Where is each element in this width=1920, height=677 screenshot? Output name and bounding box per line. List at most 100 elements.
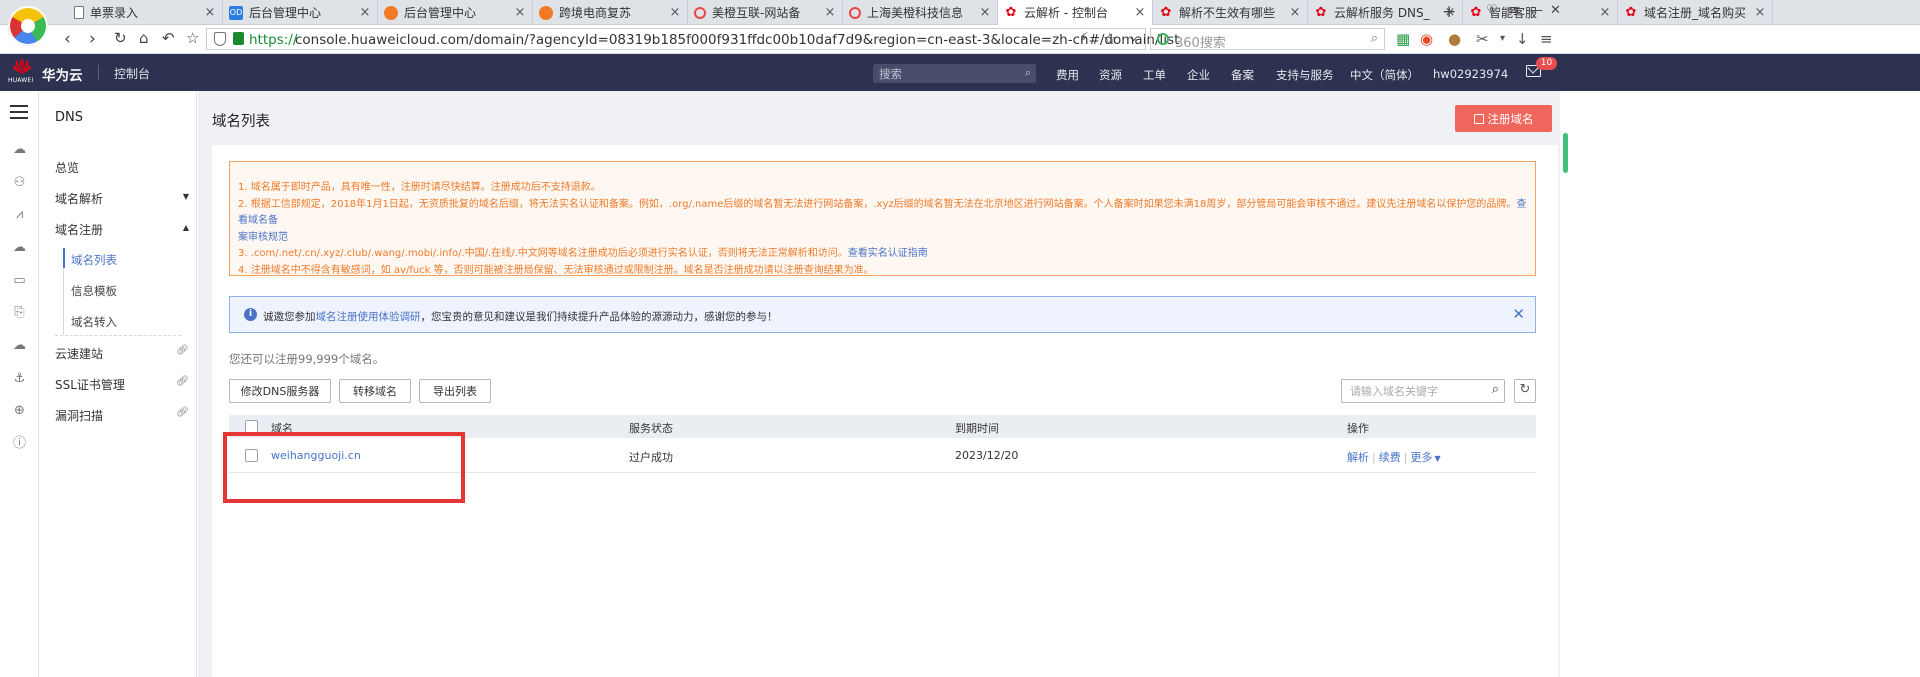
tab-close-icon[interactable]: ×: [1754, 5, 1766, 20]
cloud-service-icon[interactable]: ☁: [11, 337, 28, 354]
browser-tab[interactable]: ✿ 域名注册_域名购买 ×: [1618, 0, 1773, 25]
sidebar-item-overview[interactable]: 总览: [55, 159, 189, 176]
realname-guide-link[interactable]: 查看实名认证指南: [848, 248, 928, 259]
console-link[interactable]: 控制台: [114, 65, 150, 82]
search-icon[interactable]: ⌕: [1371, 31, 1378, 46]
cloud-db-icon[interactable]: ☁: [11, 239, 28, 256]
browser-tab[interactable]: ✿ 云解析服务 DNS_ ×: [1308, 0, 1463, 25]
download-icon[interactable]: ↓: [1516, 30, 1529, 48]
nav-enterprise[interactable]: 企业: [1187, 67, 1210, 83]
tab-close-icon[interactable]: ×: [824, 5, 836, 20]
sidebar-item-dns-resolution[interactable]: 域名解析 ▼: [55, 190, 189, 207]
certificate-icon[interactable]: ⎘: [11, 304, 28, 321]
close-window-icon[interactable]: ✕: [1550, 3, 1561, 18]
search-icon[interactable]: ⌕: [1492, 382, 1499, 397]
tab-close-icon[interactable]: ×: [669, 5, 681, 20]
game-icon[interactable]: ◉: [1420, 30, 1433, 48]
bookmark-star-icon[interactable]: ☆: [186, 29, 199, 47]
nav-resources[interactable]: 资源: [1099, 67, 1122, 83]
apps-grid-icon[interactable]: ▦: [1396, 30, 1410, 48]
lightning-icon[interactable]: ⚡: [1079, 30, 1089, 46]
domain-name-link[interactable]: weihangguoji.cn: [271, 449, 361, 462]
browser-tab[interactable]: 上海美橙科技信息 ×: [843, 0, 998, 25]
anchor-icon[interactable]: ⚓: [11, 370, 28, 387]
sidebar-item-domain-registration[interactable]: 域名注册 ▲: [55, 221, 189, 238]
browser-search-box[interactable]: 360搜索 ⌕: [1150, 28, 1385, 51]
minimize-icon[interactable]: —: [1530, 3, 1543, 18]
domain-search-input[interactable]: [1350, 384, 1478, 398]
scissors-dropdown-icon[interactable]: ▾: [1500, 33, 1505, 44]
browser-tab[interactable]: ✿ 解析不生效有哪些 ×: [1153, 0, 1308, 25]
storage-icon[interactable]: ▭: [11, 272, 28, 289]
forward-icon[interactable]: ›: [89, 29, 96, 49]
ip-icon[interactable]: ⓘ: [11, 435, 28, 452]
browser-tab[interactable]: 后台管理中心 ×: [378, 0, 533, 25]
sidebar-item-site-builder[interactable]: 云速建站 🔗︎: [55, 345, 189, 362]
column-header-domain[interactable]: 域名: [271, 420, 293, 436]
hamburger-menu-icon[interactable]: [10, 105, 28, 123]
globe-icon[interactable]: ⊕: [11, 402, 28, 419]
more-actions-link[interactable]: 更多: [1410, 451, 1432, 464]
sidebar-subitem-domain-list[interactable]: 域名列表: [71, 252, 117, 268]
nav-account[interactable]: hw02923974: [1433, 67, 1508, 81]
browser-tab[interactable]: OD 后台管理中心 ×: [223, 0, 378, 25]
nav-fees[interactable]: 费用: [1056, 67, 1079, 83]
chevron-down-icon[interactable]: ⌄: [1128, 30, 1139, 45]
close-icon[interactable]: ✕: [1512, 305, 1525, 323]
refresh-button[interactable]: ↻: [1514, 379, 1536, 403]
network-icon[interactable]: ⩘: [11, 206, 28, 223]
reload-icon[interactable]: ↻: [114, 29, 127, 47]
menu-icon[interactable]: ≡: [1508, 3, 1519, 18]
icp-review-spec-link-cont[interactable]: 案审核规范: [238, 232, 288, 243]
header-search[interactable]: ⌕: [873, 64, 1036, 83]
survey-link[interactable]: 域名注册使用体验调研: [316, 311, 421, 323]
tab-close-icon[interactable]: ×: [1134, 5, 1146, 20]
modify-dns-button[interactable]: 修改DNS服务器: [229, 379, 331, 403]
back-icon[interactable]: ‹: [64, 29, 71, 49]
browser-tab[interactable]: 单票录入 ×: [68, 0, 223, 25]
tab-close-icon[interactable]: ×: [1289, 5, 1301, 20]
transfer-domain-button[interactable]: 转移域名: [339, 379, 411, 403]
url-bar[interactable]: https:// console.huaweicloud.com/domain/…: [206, 28, 1179, 50]
browser-menu-icon[interactable]: ≡: [1540, 30, 1553, 48]
home-icon[interactable]: ⌂: [139, 29, 149, 47]
scissors-icon[interactable]: ✂: [1476, 30, 1489, 48]
sidebar-subitem-info-template[interactable]: 信息模板: [71, 283, 117, 299]
sidebar-item-ssl-certs[interactable]: SSL证书管理 🔗︎: [55, 376, 189, 393]
nav-language[interactable]: 中文（简体）: [1350, 67, 1419, 83]
select-all-checkbox[interactable]: [245, 420, 258, 433]
domain-search[interactable]: ⌕: [1341, 379, 1505, 403]
sidebar-item-vuln-scan[interactable]: 漏洞扫描 🔗︎: [55, 407, 189, 424]
browser-tab[interactable]: 跨境电商复苏 ×: [533, 0, 688, 25]
resolve-link[interactable]: 解析: [1347, 451, 1369, 464]
row-checkbox[interactable]: [245, 449, 258, 462]
search-icon[interactable]: ⌕: [1025, 66, 1031, 80]
favorite-star-icon[interactable]: ☆: [1103, 29, 1117, 48]
undo-icon[interactable]: ↶: [162, 29, 175, 47]
sidebar-subitem-domain-transfer-in[interactable]: 域名转入: [71, 314, 117, 330]
header-search-input[interactable]: [879, 66, 1009, 81]
huawei-logo[interactable]: HUAWEI: [8, 56, 36, 88]
register-domain-button[interactable]: 注册域名: [1455, 105, 1552, 132]
export-list-button[interactable]: 导出列表: [419, 379, 491, 403]
cookie-icon[interactable]: ●: [1448, 30, 1461, 48]
nav-tickets[interactable]: 工单: [1143, 67, 1166, 83]
skin-icon[interactable]: ♡: [1486, 3, 1498, 18]
cluster-icon[interactable]: ⚇: [11, 174, 28, 191]
tab-close-icon[interactable]: ×: [204, 5, 216, 20]
brand-name[interactable]: 华为云: [42, 64, 83, 84]
caret-down-icon[interactable]: ▼: [1434, 454, 1440, 463]
tab-close-icon[interactable]: ×: [979, 5, 991, 20]
page-scrollbar[interactable]: [1560, 91, 1572, 677]
cloud-server-icon[interactable]: ☁: [11, 141, 28, 158]
renew-link[interactable]: 续费: [1379, 451, 1401, 464]
nav-support[interactable]: 支持与服务: [1276, 67, 1334, 83]
column-header-expiry[interactable]: 到期时间: [955, 420, 999, 436]
browser-tab[interactable]: 美橙互联-网站备 ×: [688, 0, 843, 25]
scroll-thumb[interactable]: [1563, 133, 1568, 173]
tab-close-icon[interactable]: ×: [359, 5, 371, 20]
new-tab-icon[interactable]: +: [1442, 2, 1456, 22]
tab-close-icon[interactable]: ×: [514, 5, 526, 20]
nav-icp-filing[interactable]: 备案: [1231, 67, 1254, 83]
browser-tab-active[interactable]: ✿ 云解析 - 控制台 ×: [998, 0, 1153, 25]
